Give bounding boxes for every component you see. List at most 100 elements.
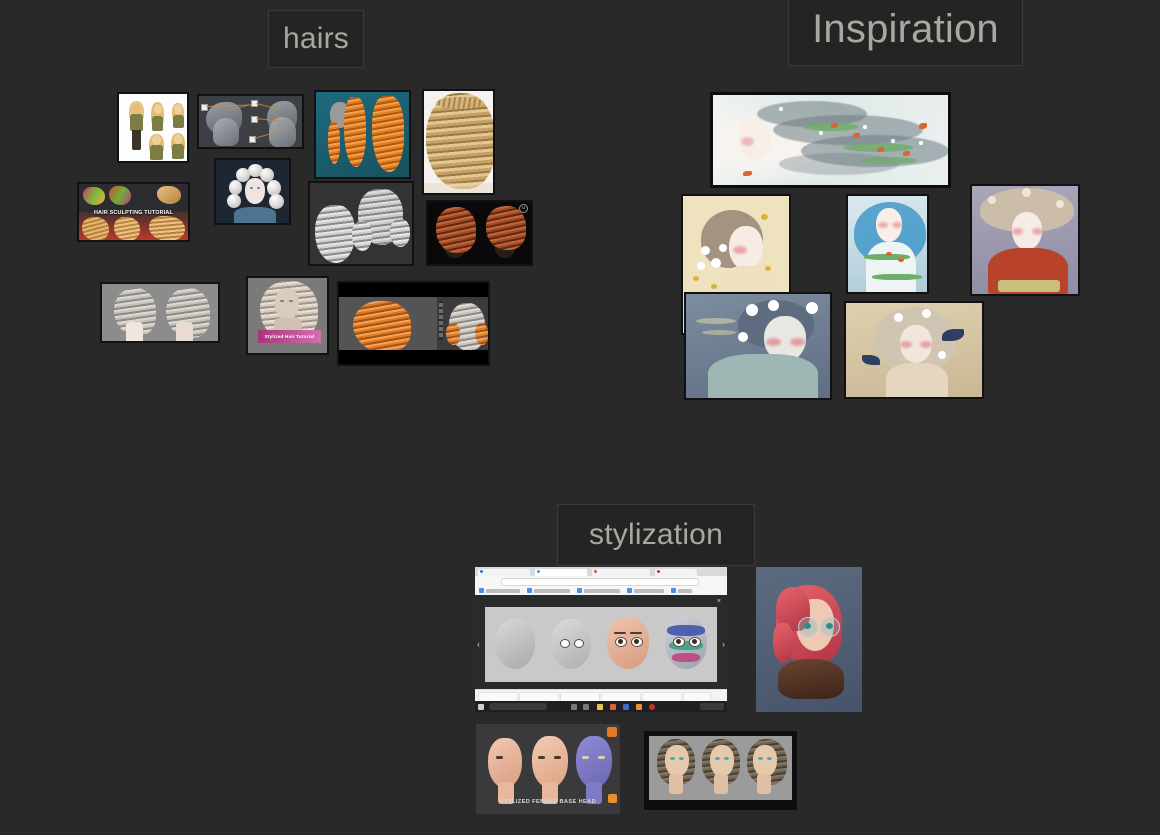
koi-fish <box>898 258 904 262</box>
painting-cheek-blush <box>900 341 912 348</box>
image-white-curly-hair-sculpt[interactable] <box>214 158 291 225</box>
image-swallow-birds-girl-painting[interactable] <box>844 301 984 399</box>
eye-left <box>804 623 811 629</box>
section-label-hairs[interactable]: hairs <box>268 10 364 68</box>
download-item[interactable] <box>519 691 559 702</box>
taskbar-app-icon[interactable] <box>571 703 577 710</box>
taskbar-app-icon[interactable] <box>583 703 589 710</box>
bookmark-item[interactable] <box>627 588 667 593</box>
image-stylized-hair-bust[interactable]: Stylized Hair Tutorial <box>246 276 329 355</box>
section-label-stylization[interactable]: stylization <box>557 504 755 566</box>
colored-strand <box>83 187 105 205</box>
start-button-icon[interactable] <box>478 703 484 710</box>
tab-favicon <box>537 570 540 573</box>
section-label-inspiration-text: Inspiration <box>812 6 999 51</box>
brown-scarf <box>778 659 844 699</box>
taskbar-app-icon[interactable] <box>623 703 629 710</box>
white-flower <box>922 309 931 318</box>
bookmark-item[interactable] <box>527 588 573 593</box>
image-gray-wavy-hair-sculpts[interactable] <box>308 181 414 266</box>
prev-arrow-icon[interactable]: ‹ <box>477 639 480 649</box>
taskbar-clock[interactable] <box>700 703 724 710</box>
page-content: × ‹ › <box>475 595 727 690</box>
bookmark-item[interactable] <box>577 588 623 593</box>
painting-body <box>866 242 916 292</box>
butterfly <box>761 214 768 220</box>
image-blonde-waterfall-braid-photo[interactable] <box>422 89 495 195</box>
download-item[interactable] <box>601 691 641 702</box>
white-flower <box>863 125 867 129</box>
eye <box>496 756 503 759</box>
zbrush-canvas <box>339 297 488 354</box>
image-zbrush-ui-orange-hair[interactable] <box>337 281 490 366</box>
sculpt-eye <box>257 187 260 189</box>
image-browser-stylization-tutorial-screenshot[interactable]: × ‹ › <box>475 567 727 712</box>
close-overlay-icon[interactable]: × <box>717 598 721 605</box>
taskbar-app-icon[interactable] <box>649 703 655 710</box>
image-zbrush-annotated-hair-sculpt[interactable] <box>197 94 304 149</box>
image-orange-braided-hair-pair[interactable] <box>314 90 411 179</box>
image-footer-text <box>299 143 300 146</box>
image-blue-water-girl-painting[interactable] <box>846 194 929 294</box>
gallery-image[interactable] <box>485 607 717 682</box>
next-arrow-icon[interactable]: › <box>722 639 725 649</box>
painting-cheek-blush <box>766 338 781 346</box>
pupil <box>618 639 623 644</box>
image-brown-hair-render-pair[interactable]: u <box>426 200 533 266</box>
taskbar-app-icon[interactable] <box>636 703 642 710</box>
image-red-haired-glasses-character[interactable] <box>756 567 862 712</box>
image-three-quarter-head-turnaround[interactable] <box>644 731 797 810</box>
hair-mass-left <box>315 205 355 263</box>
base-head-subcaption <box>476 807 620 810</box>
image-hair-sculpting-tutorial[interactable]: HAIR SCULPTING TUTORIAL <box>77 182 190 242</box>
kimono-obi <box>998 280 1060 292</box>
taskbar-folder-icon[interactable] <box>597 703 603 710</box>
download-item[interactable] <box>642 691 682 702</box>
braided-hair <box>372 96 404 172</box>
face-right <box>753 745 777 777</box>
taskbar-search-box[interactable] <box>489 703 547 710</box>
tab-favicon <box>594 570 597 573</box>
eye <box>670 757 675 760</box>
pupil <box>676 639 681 644</box>
painting-body <box>886 363 948 397</box>
download-item[interactable] <box>478 691 518 702</box>
taskbar-app-icon[interactable] <box>610 703 616 710</box>
bookmark-item[interactable] <box>671 588 695 593</box>
image-stylized-female-base-head[interactable]: STYLIZED FEMALE BASE HEAD <box>476 724 620 814</box>
browser-tab[interactable] <box>655 568 697 576</box>
image-character-turnaround-sheet[interactable] <box>117 92 189 163</box>
stylized-hair-tutorial-banner[interactable]: Stylized Hair Tutorial <box>258 330 321 343</box>
figure-head <box>152 135 161 145</box>
image-waterlily-resting-girl-painting[interactable] <box>684 292 832 400</box>
red-hair-side <box>773 623 793 663</box>
browser-tab[interactable] <box>535 568 587 576</box>
tutorial-title-text: HAIR SCULPTING TUTORIAL <box>93 210 174 216</box>
brown-hair-left <box>436 207 476 253</box>
white-flower <box>779 107 783 111</box>
browser-tab[interactable] <box>592 568 650 576</box>
image-koi-flowing-hair-painting[interactable] <box>710 92 951 188</box>
viewport-left <box>339 297 438 354</box>
section-label-inspiration[interactable]: Inspiration <box>788 0 1023 66</box>
neck-front <box>126 322 143 341</box>
image-two-gray-female-heads[interactable] <box>100 282 220 343</box>
downloads-bar[interactable] <box>475 689 727 702</box>
bookmark-item[interactable] <box>479 588 523 593</box>
white-flower <box>806 302 818 314</box>
image-kimono-blossom-girl-painting[interactable] <box>970 184 1080 296</box>
blossom <box>1056 200 1064 208</box>
windows-taskbar[interactable] <box>475 701 727 712</box>
address-input[interactable] <box>501 578 699 586</box>
hair-strand <box>390 219 410 247</box>
eye <box>767 757 772 760</box>
browser-tab-strip[interactable] <box>475 567 727 576</box>
browser-tab[interactable] <box>478 568 530 576</box>
viewport-right <box>443 297 488 351</box>
painting-cheek-blush <box>790 338 805 346</box>
orange-hair-sculpt <box>353 301 411 353</box>
pupil <box>634 639 639 644</box>
download-item[interactable] <box>560 691 600 702</box>
download-showall-button[interactable] <box>683 691 711 702</box>
zone-band <box>672 653 700 662</box>
